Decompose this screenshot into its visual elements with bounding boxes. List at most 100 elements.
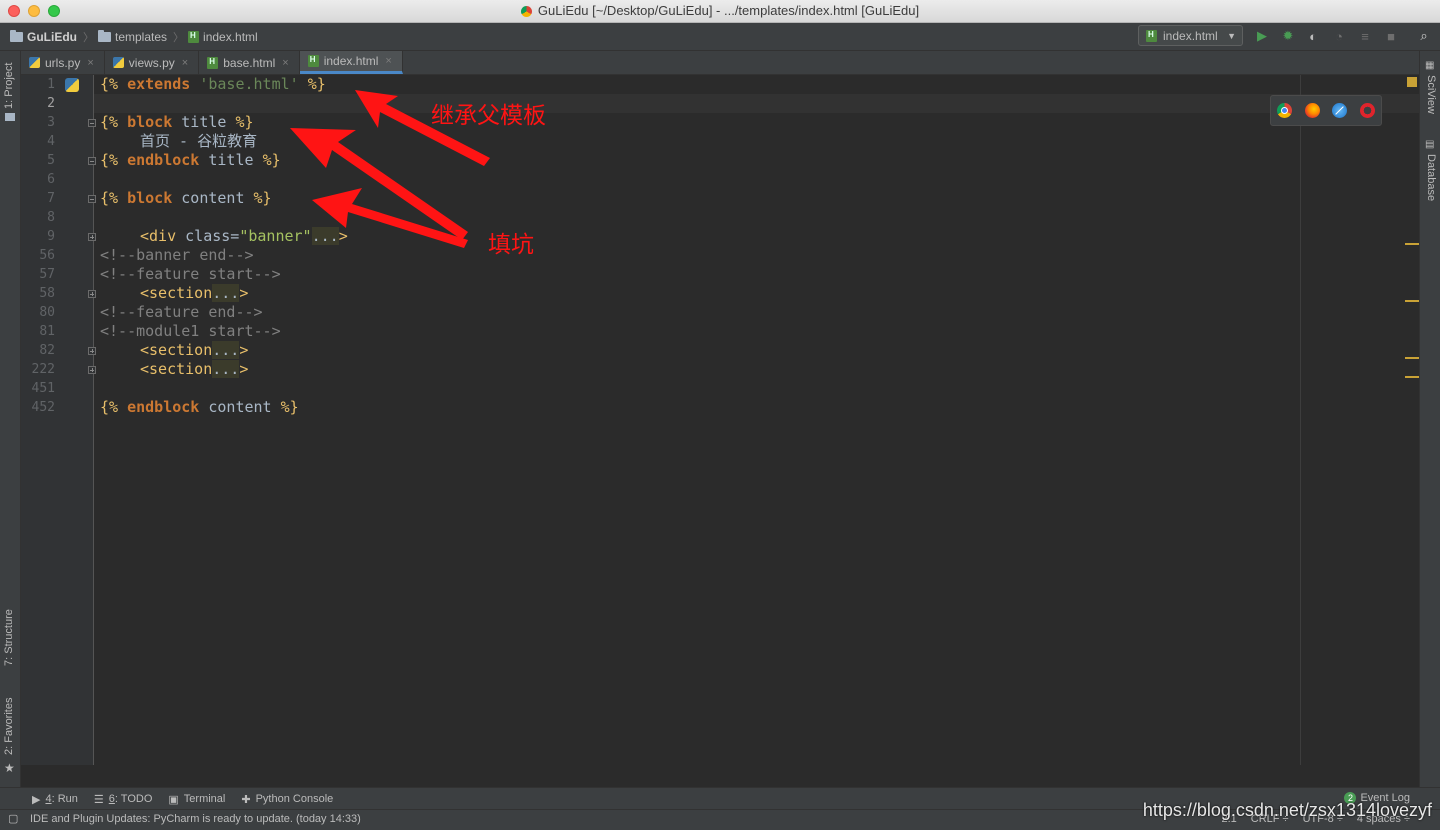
watermark: https://blog.csdn.net/zsx1314lovezyf: [1142, 800, 1432, 820]
tab-base-html[interactable]: base.html ×: [199, 51, 300, 74]
star-icon: ★: [4, 761, 15, 775]
line-number: 81: [39, 324, 55, 339]
line-number: 58: [39, 286, 55, 301]
favorites-tool-button[interactable]: 2: Favorites: [3, 698, 15, 755]
line-number: 5: [47, 153, 55, 168]
safari-icon[interactable]: [1332, 103, 1348, 118]
line-number: 2: [47, 96, 55, 111]
right-tool-strip: ▦ SciView ▤ Database: [1419, 51, 1440, 787]
tool-windows-toggle-icon[interactable]: ▢: [8, 812, 18, 825]
folded-code-placeholder: ...: [311, 227, 339, 245]
project-icon: [5, 113, 15, 121]
python-console-tool-button[interactable]: ✚ Python Console: [241, 793, 333, 806]
right-margin-guide: [1300, 75, 1301, 765]
close-tab-icon[interactable]: ×: [87, 57, 93, 69]
terminal-icon: ▣: [168, 793, 179, 806]
line-number: 8: [47, 210, 55, 225]
html-file-icon: [1146, 29, 1157, 42]
error-stripe-mark[interactable]: [1405, 357, 1419, 359]
profile-icon[interactable]: ◔: [1331, 28, 1347, 44]
fold-expand-icon[interactable]: [88, 366, 96, 374]
code-line: 首页 - 谷粒教育: [140, 132, 258, 150]
code-line: <section...>: [140, 341, 249, 359]
error-stripe-mark[interactable]: [1405, 376, 1419, 378]
stop-icon[interactable]: ■: [1383, 28, 1399, 44]
python-file-icon: [65, 78, 79, 92]
line-number: 82: [39, 343, 55, 358]
status-message[interactable]: IDE and Plugin Updates: PyCharm is ready…: [30, 813, 361, 825]
sciview-tool-button[interactable]: SciView: [1425, 75, 1437, 114]
close-window-button[interactable]: [8, 5, 20, 17]
terminal-tool-button[interactable]: ▣ Terminal: [168, 793, 225, 806]
editor-tab-bar: urls.py × views.py × base.html × index.h…: [21, 51, 1419, 75]
python-file-icon: [112, 57, 124, 68]
search-icon[interactable]: ⌕: [1416, 28, 1432, 44]
breadcrumb-project[interactable]: GuLiEdu: [10, 29, 77, 44]
code-line: {% endblock content %}: [100, 398, 299, 416]
fold-collapse-icon[interactable]: [88, 195, 96, 203]
tab-urls-py[interactable]: urls.py ×: [21, 51, 105, 74]
breadcrumb-file[interactable]: index.html: [188, 30, 258, 44]
breadcrumb-folder[interactable]: templates: [98, 29, 167, 44]
maximize-window-button[interactable]: [48, 5, 60, 17]
fold-expand-icon[interactable]: [88, 233, 96, 241]
line-number: 222: [31, 362, 55, 377]
structure-tool-button[interactable]: 7: Structure: [3, 609, 15, 666]
code-line: {% extends 'base.html' %}: [100, 75, 326, 93]
line-number-gutter: 1 2 3 4 5 6 7 8 9 56 57 58 80 81 82 222 …: [21, 75, 96, 765]
line-number: 80: [39, 305, 55, 320]
code-line: <section...>: [140, 284, 249, 302]
app-icon: [520, 5, 532, 17]
chrome-icon[interactable]: [1277, 103, 1293, 118]
open-in-browser-popup: [1270, 95, 1382, 126]
breadcrumb-separator-icon: 〉: [173, 31, 185, 44]
todo-tool-button[interactable]: ☰ 6: TODO: [94, 793, 153, 806]
debug-icon[interactable]: ✹: [1280, 28, 1296, 44]
folded-code-placeholder: ...: [212, 284, 240, 302]
firefox-icon[interactable]: [1304, 103, 1320, 118]
folded-code-placeholder: ...: [212, 360, 240, 378]
code-line: {% endblock title %}: [100, 151, 281, 169]
python-console-icon: ✚: [241, 793, 251, 806]
line-number: 4: [47, 134, 55, 149]
code-line: <!--feature end-->: [100, 303, 263, 321]
list-icon: ☰: [93, 793, 104, 806]
concurrency-icon[interactable]: ≡: [1357, 28, 1373, 44]
error-stripe-mark[interactable]: [1405, 243, 1419, 245]
code-editor[interactable]: 1 2 3 4 5 6 7 8 9 56 57 58 80 81 82 222 …: [21, 75, 1419, 765]
database-tool-button[interactable]: Database: [1425, 154, 1437, 201]
run-icon: ▶: [32, 793, 41, 806]
annotation-inherit-parent-template: 继承父模板: [431, 103, 546, 129]
fold-expand-icon[interactable]: [88, 347, 96, 355]
run-icon[interactable]: ▶: [1254, 28, 1270, 44]
navigation-bar: GuLiEdu 〉 templates 〉 index.html index.h…: [0, 23, 1440, 51]
line-number: 452: [31, 400, 55, 415]
close-tab-icon[interactable]: ×: [385, 55, 391, 67]
inspection-status-icon[interactable]: [1407, 77, 1417, 87]
folded-code-placeholder: ...: [212, 341, 240, 359]
close-tab-icon[interactable]: ×: [282, 57, 288, 69]
coverage-icon[interactable]: ◐: [1305, 28, 1321, 44]
tab-views-py[interactable]: views.py ×: [105, 51, 200, 74]
code-line: <div class="banner"...>: [140, 227, 348, 245]
html-file-icon: [307, 55, 319, 67]
tab-index-html[interactable]: index.html ×: [299, 51, 403, 74]
chevron-down-icon: ▼: [1227, 30, 1236, 41]
fold-expand-icon[interactable]: [88, 290, 96, 298]
line-number: 57: [39, 267, 55, 282]
close-tab-icon[interactable]: ×: [182, 57, 188, 69]
fold-collapse-icon[interactable]: [88, 119, 96, 127]
minimize-window-button[interactable]: [28, 5, 40, 17]
html-file-icon: [207, 56, 219, 69]
folder-icon: [10, 29, 23, 42]
annotation-fill-block: 填坑: [488, 232, 534, 258]
run-configuration-select[interactable]: index.html ▼: [1138, 25, 1243, 46]
database-icon: ▤: [1425, 139, 1435, 150]
error-stripe-mark[interactable]: [1405, 300, 1419, 302]
run-tool-button[interactable]: ▶ 4: Run: [32, 793, 78, 806]
fold-collapse-icon[interactable]: [88, 157, 96, 165]
line-number: 451: [31, 381, 55, 396]
project-tool-button[interactable]: 1: Project: [3, 63, 15, 109]
window-title-bar: GuLiEdu [~/Desktop/GuLiEdu] - .../templa…: [0, 0, 1440, 23]
opera-icon[interactable]: [1359, 103, 1375, 118]
